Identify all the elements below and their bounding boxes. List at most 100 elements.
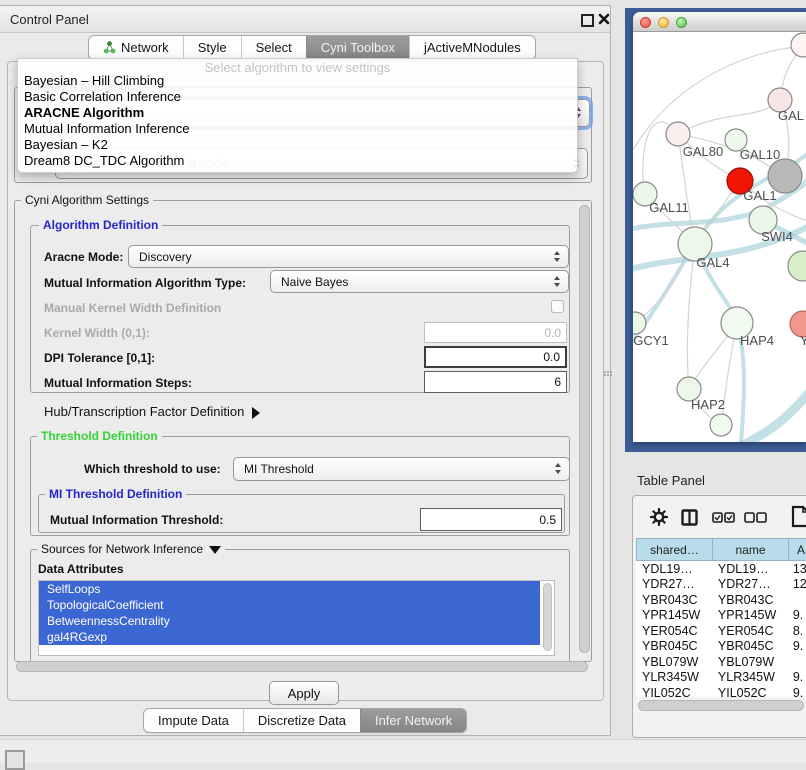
- minimized-panel-icon[interactable]: [5, 750, 25, 770]
- settings-horizontal-scrollbar[interactable]: [16, 661, 588, 672]
- network-window-titlebar[interactable]: [633, 12, 806, 32]
- table-cell[interactable]: YDR27…: [712, 577, 787, 591]
- dropdown-item[interactable]: Dream8 DC_TDC Algorithm: [18, 153, 577, 169]
- tab-infer-network[interactable]: Infer Network: [360, 709, 466, 732]
- table-horizontal-scrollbar[interactable]: [638, 700, 804, 711]
- network-node[interactable]: [791, 33, 806, 57]
- manual-kernel-checkbox[interactable]: [551, 300, 564, 313]
- data-attribute-item[interactable]: gal4RGexp: [39, 629, 540, 645]
- apply-button[interactable]: Apply: [269, 681, 339, 705]
- table-settings-gear-icon[interactable]: [650, 508, 668, 526]
- table-cell[interactable]: 13: [787, 562, 806, 576]
- table-row[interactable]: YLR345WYLR345W9.: [636, 670, 806, 686]
- table-column-header[interactable]: A: [789, 538, 806, 561]
- tab-impute-data[interactable]: Impute Data: [144, 709, 243, 732]
- table-column-header[interactable]: shared…: [636, 538, 713, 561]
- table-cell[interactable]: YER054C: [636, 624, 712, 638]
- close-window-icon[interactable]: [597, 12, 611, 26]
- sources-legend[interactable]: Sources for Network Inference: [37, 542, 225, 556]
- settings-vertical-scrollbar[interactable]: [579, 205, 590, 653]
- hub-section[interactable]: Hub/Transcription Factor Definition: [44, 404, 260, 419]
- table-row[interactable]: YBR043CYBR043C: [636, 592, 806, 608]
- network-edge[interactable]: [687, 244, 695, 389]
- table-cell[interactable]: YPR145W: [712, 608, 787, 622]
- table-cell[interactable]: YDR27…: [636, 577, 712, 591]
- deselect-all-checkboxes-icon[interactable]: [744, 512, 767, 524]
- table-cell[interactable]: YPR145W: [636, 608, 712, 622]
- float-window-icon[interactable]: [581, 14, 594, 27]
- dropdown-item[interactable]: Mutual Information Inference: [18, 121, 577, 137]
- dropdown-item[interactable]: ARACNE Algorithm: [18, 105, 577, 121]
- which-threshold-combo[interactable]: MI Threshold: [233, 457, 570, 481]
- apply-button-label: Apply: [288, 686, 321, 701]
- table-cell[interactable]: YBR045C: [712, 639, 787, 653]
- tab-jactivemnodules[interactable]: jActiveMNodules: [409, 36, 535, 59]
- table-cell[interactable]: YLR345W: [636, 670, 712, 684]
- table-cell[interactable]: 12: [787, 577, 806, 591]
- table-cell[interactable]: YLR345W: [712, 670, 787, 684]
- split-pane-handle[interactable]: [604, 367, 612, 379]
- attributes-scrollbar[interactable]: [543, 583, 552, 651]
- table-cell[interactable]: YBL079W: [712, 655, 787, 669]
- mi-threshold-field[interactable]: 0.5: [420, 508, 562, 531]
- tab-style[interactable]: Style: [183, 36, 241, 59]
- settings-group-legend: Cyni Algorithm Settings: [21, 193, 153, 207]
- tab-label: Select: [256, 40, 292, 55]
- mi-steps-field[interactable]: 6: [424, 371, 567, 393]
- network-node[interactable]: [788, 251, 806, 281]
- table-cell[interactable]: YIL052C: [712, 686, 787, 697]
- new-table-document-icon[interactable]: [791, 505, 806, 528]
- data-attribute-item[interactable]: BetweennessCentrality: [39, 613, 540, 629]
- table-cell[interactable]: 9.: [787, 639, 806, 653]
- table-row[interactable]: YIL052CYIL052C9.: [636, 685, 806, 697]
- table-cell[interactable]: YBR045C: [636, 639, 712, 653]
- table-row[interactable]: YBL079WYBL079W: [636, 654, 806, 670]
- network-canvas[interactable]: GALGAL80GAL10GAL1GAL11SWI4GAL4GCY1HAP4YH…: [633, 32, 806, 442]
- table-row[interactable]: YPR145WYPR145W9.: [636, 608, 806, 624]
- table-row[interactable]: YDL19…YDL19…13: [636, 561, 806, 577]
- table-cell[interactable]: YBR043C: [636, 593, 712, 607]
- table-cell[interactable]: 9.: [787, 670, 806, 684]
- expand-right-icon[interactable]: [252, 407, 260, 419]
- close-traffic-light-icon[interactable]: [640, 17, 651, 28]
- tab-select[interactable]: Select: [241, 36, 306, 59]
- bottom-tab-bar: Impute DataDiscretize DataInfer Network: [143, 708, 467, 733]
- dropdown-item[interactable]: Bayesian – Hill Climbing: [18, 73, 577, 89]
- table-row[interactable]: YDR27…YDR27…12: [636, 577, 806, 593]
- table-cell[interactable]: 9.: [787, 608, 806, 622]
- network-window[interactable]: GALGAL80GAL10GAL1GAL11SWI4GAL4GCY1HAP4YH…: [633, 12, 806, 442]
- node-label: GAL11: [649, 200, 689, 215]
- minimize-traffic-light-icon[interactable]: [658, 17, 669, 28]
- network-node-gal80[interactable]: [666, 122, 690, 146]
- network-edge[interactable]: [678, 100, 780, 134]
- table-cell[interactable]: YIL052C: [636, 686, 712, 697]
- data-attribute-item[interactable]: TopologicalCoefficient: [39, 597, 540, 613]
- dropdown-item[interactable]: Bayesian – K2: [18, 137, 577, 153]
- dpi-tolerance-field[interactable]: 0.0: [424, 346, 567, 368]
- table-cell[interactable]: YER054C: [712, 624, 787, 638]
- table-column-header[interactable]: name: [713, 538, 789, 561]
- dropdown-items: Bayesian – Hill ClimbingBasic Correlatio…: [18, 73, 577, 169]
- table-cell[interactable]: YBR043C: [712, 593, 787, 607]
- mi-algorithm-type-combo[interactable]: Naive Bayes: [270, 270, 569, 293]
- table-cell[interactable]: YDL19…: [636, 562, 712, 576]
- tab-discretize-data[interactable]: Discretize Data: [243, 709, 360, 732]
- table-cell[interactable]: 9.: [787, 686, 806, 697]
- table-row[interactable]: YER054CYER054C8.: [636, 623, 806, 639]
- select-all-checkboxes-icon[interactable]: [712, 512, 735, 524]
- table-cell[interactable]: YDL19…: [712, 562, 787, 576]
- data-attribute-item[interactable]: SelfLoops: [39, 581, 540, 597]
- table-cell[interactable]: YBL079W: [636, 655, 712, 669]
- table-row[interactable]: YBR045CYBR045C9.: [636, 639, 806, 655]
- table-cell[interactable]: 8.: [787, 624, 806, 638]
- aracne-mode-combo[interactable]: Discovery: [128, 245, 569, 268]
- collapse-down-icon[interactable]: [209, 546, 221, 554]
- tab-cyni-toolbox[interactable]: Cyni Toolbox: [306, 36, 409, 59]
- dropdown-item[interactable]: Basic Correlation Inference: [18, 89, 577, 105]
- network-edge[interactable]: [741, 388, 806, 442]
- zoom-traffic-light-icon[interactable]: [676, 17, 687, 28]
- network-node[interactable]: [710, 414, 732, 436]
- network-edge[interactable]: [695, 244, 744, 442]
- tab-network[interactable]: Network: [89, 36, 183, 59]
- show-columns-icon[interactable]: [681, 509, 698, 526]
